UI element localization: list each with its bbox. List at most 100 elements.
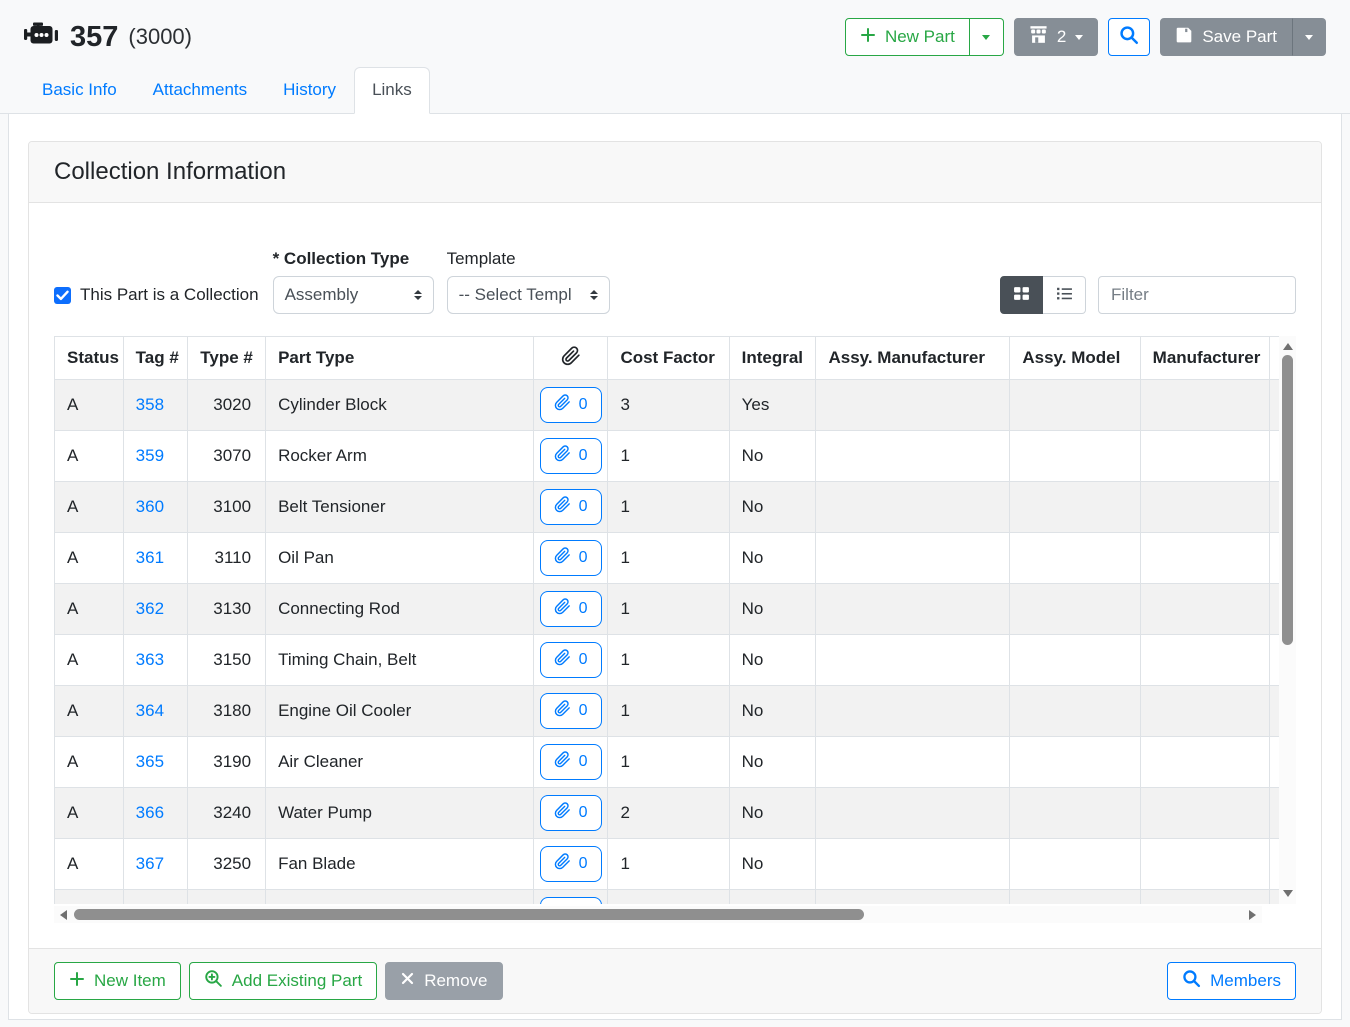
- scroll-left-arrow[interactable]: [60, 910, 67, 920]
- collection-type-value: Assembly: [285, 285, 359, 305]
- attachments-cell: 0: [533, 584, 608, 635]
- attachments-cell: 0: [533, 431, 608, 482]
- page-subtitle: (3000): [128, 24, 192, 50]
- table-row: A 362 3130 Connecting Rod 0 1 No: [55, 584, 1280, 635]
- integral-cell: [729, 890, 816, 905]
- status-cell: A: [55, 584, 124, 635]
- members-button[interactable]: Members: [1167, 962, 1296, 1000]
- attachments-button[interactable]: 0: [540, 489, 602, 525]
- type-cell: 3240: [188, 788, 266, 839]
- tag-link[interactable]: 361: [136, 548, 164, 567]
- remove-label: Remove: [424, 971, 487, 991]
- attachments-count: 0: [579, 447, 588, 465]
- tab-attachments[interactable]: Attachments: [135, 67, 266, 113]
- attachments-count: 0: [579, 702, 588, 720]
- page-title: 357: [70, 21, 118, 54]
- cost-factor-cell: 3: [608, 380, 729, 431]
- horizontal-scrollbar-thumb[interactable]: [74, 909, 864, 920]
- attachments-button[interactable]: 0: [540, 540, 602, 576]
- assy-manufacturer-cell: [816, 839, 1010, 890]
- add-existing-part-button[interactable]: Add Existing Part: [189, 962, 377, 1000]
- type-cell: 3070: [188, 431, 266, 482]
- tag-cell: 360: [123, 482, 188, 533]
- scroll-right-arrow[interactable]: [1249, 910, 1256, 920]
- cost-factor-cell: 1: [608, 533, 729, 584]
- tag-link[interactable]: 360: [136, 497, 164, 516]
- paperclip-icon: [561, 351, 581, 370]
- vertical-scrollbar-thumb[interactable]: [1282, 355, 1293, 645]
- basket-button[interactable]: 2: [1014, 18, 1098, 56]
- collection-checkbox[interactable]: [54, 287, 71, 304]
- save-part-dropdown-toggle[interactable]: [1292, 18, 1326, 56]
- scroll-down-arrow[interactable]: [1283, 890, 1293, 897]
- tag-link[interactable]: 358: [136, 395, 164, 414]
- integral-cell: No: [729, 635, 816, 686]
- save-part-button[interactable]: Save Part: [1160, 18, 1292, 56]
- top-bar: 357 (3000) New Part: [0, 0, 1350, 114]
- attachments-button[interactable]: 0: [540, 591, 602, 627]
- title-group: 357 (3000): [24, 21, 192, 54]
- new-part-dropdown-toggle[interactable]: [970, 18, 1004, 56]
- manufacturer-cell: [1140, 890, 1269, 905]
- tab-history[interactable]: History: [265, 67, 354, 113]
- template-select[interactable]: -- Select Templ: [447, 276, 610, 314]
- collection-controls: This Part is a Collection * Collection T…: [54, 249, 1296, 314]
- cost-factor-cell: 2: [608, 788, 729, 839]
- status-cell: A: [55, 635, 124, 686]
- new-part-button[interactable]: New Part: [845, 18, 970, 56]
- attachments-button[interactable]: 0: [540, 387, 602, 423]
- paperclip-icon: [554, 496, 571, 518]
- tag-link[interactable]: 364: [136, 701, 164, 720]
- status-cell: A: [55, 788, 124, 839]
- assy-model-cell: [1010, 482, 1140, 533]
- integral-cell: No: [729, 839, 816, 890]
- engine-icon: [24, 21, 60, 53]
- scroll-up-arrow[interactable]: [1283, 343, 1293, 350]
- part-type-cell: Fan Blade: [266, 839, 534, 890]
- tab-basic-info[interactable]: Basic Info: [24, 67, 135, 113]
- tag-link[interactable]: 359: [136, 446, 164, 465]
- manufacturer-cell: [1140, 788, 1269, 839]
- assy-model-cell: [1010, 584, 1140, 635]
- attachments-button[interactable]: 0: [540, 438, 602, 474]
- tag-link[interactable]: 363: [136, 650, 164, 669]
- search-button[interactable]: [1108, 18, 1150, 56]
- list-view-toggle[interactable]: [1043, 276, 1086, 314]
- collection-type-select[interactable]: Assembly: [273, 276, 434, 314]
- part-type-cell: Belt Tensioner: [266, 482, 534, 533]
- caret-down-icon: [1075, 35, 1083, 40]
- cost-factor-cell: 1: [608, 431, 729, 482]
- attachments-button[interactable]: 0: [540, 846, 602, 882]
- template-label: Template: [447, 249, 610, 269]
- tag-link[interactable]: 365: [136, 752, 164, 771]
- filter-input[interactable]: [1098, 276, 1296, 314]
- collection-checkbox-label: This Part is a Collection: [80, 285, 259, 305]
- attachments-button[interactable]: [540, 897, 602, 904]
- tag-link[interactable]: 366: [136, 803, 164, 822]
- collection-checkbox-group[interactable]: This Part is a Collection: [54, 285, 259, 305]
- attachments-count: 0: [579, 804, 588, 822]
- search-icon: [1182, 969, 1201, 993]
- part-type-cell: Oil Pan: [266, 533, 534, 584]
- tag-link[interactable]: 367: [136, 854, 164, 873]
- assy-manufacturer-cell: [816, 890, 1010, 905]
- attachments-button[interactable]: 0: [540, 693, 602, 729]
- remove-button[interactable]: Remove: [385, 962, 502, 1000]
- header-actions: New Part 2: [845, 18, 1326, 56]
- members-table: Status Tag # Type # Part Type Cost Facto…: [54, 336, 1279, 904]
- attachments-button[interactable]: 0: [540, 795, 602, 831]
- tab-links[interactable]: Links: [354, 67, 430, 114]
- integral-cell: No: [729, 533, 816, 584]
- attachments-count: 0: [579, 498, 588, 516]
- attachments-button[interactable]: 0: [540, 642, 602, 678]
- status-cell: [55, 890, 124, 905]
- new-item-button[interactable]: New Item: [54, 962, 181, 1000]
- manufacturer-cell: [1140, 839, 1269, 890]
- tag-link[interactable]: 362: [136, 599, 164, 618]
- attachments-button[interactable]: 0: [540, 744, 602, 780]
- paperclip-icon: [554, 649, 571, 671]
- col-header-attachments: [533, 337, 608, 380]
- col-header-manufacturer: Manufacturer: [1140, 337, 1269, 380]
- grid-view-toggle[interactable]: [1000, 276, 1043, 314]
- col-header-integral: Integral: [729, 337, 816, 380]
